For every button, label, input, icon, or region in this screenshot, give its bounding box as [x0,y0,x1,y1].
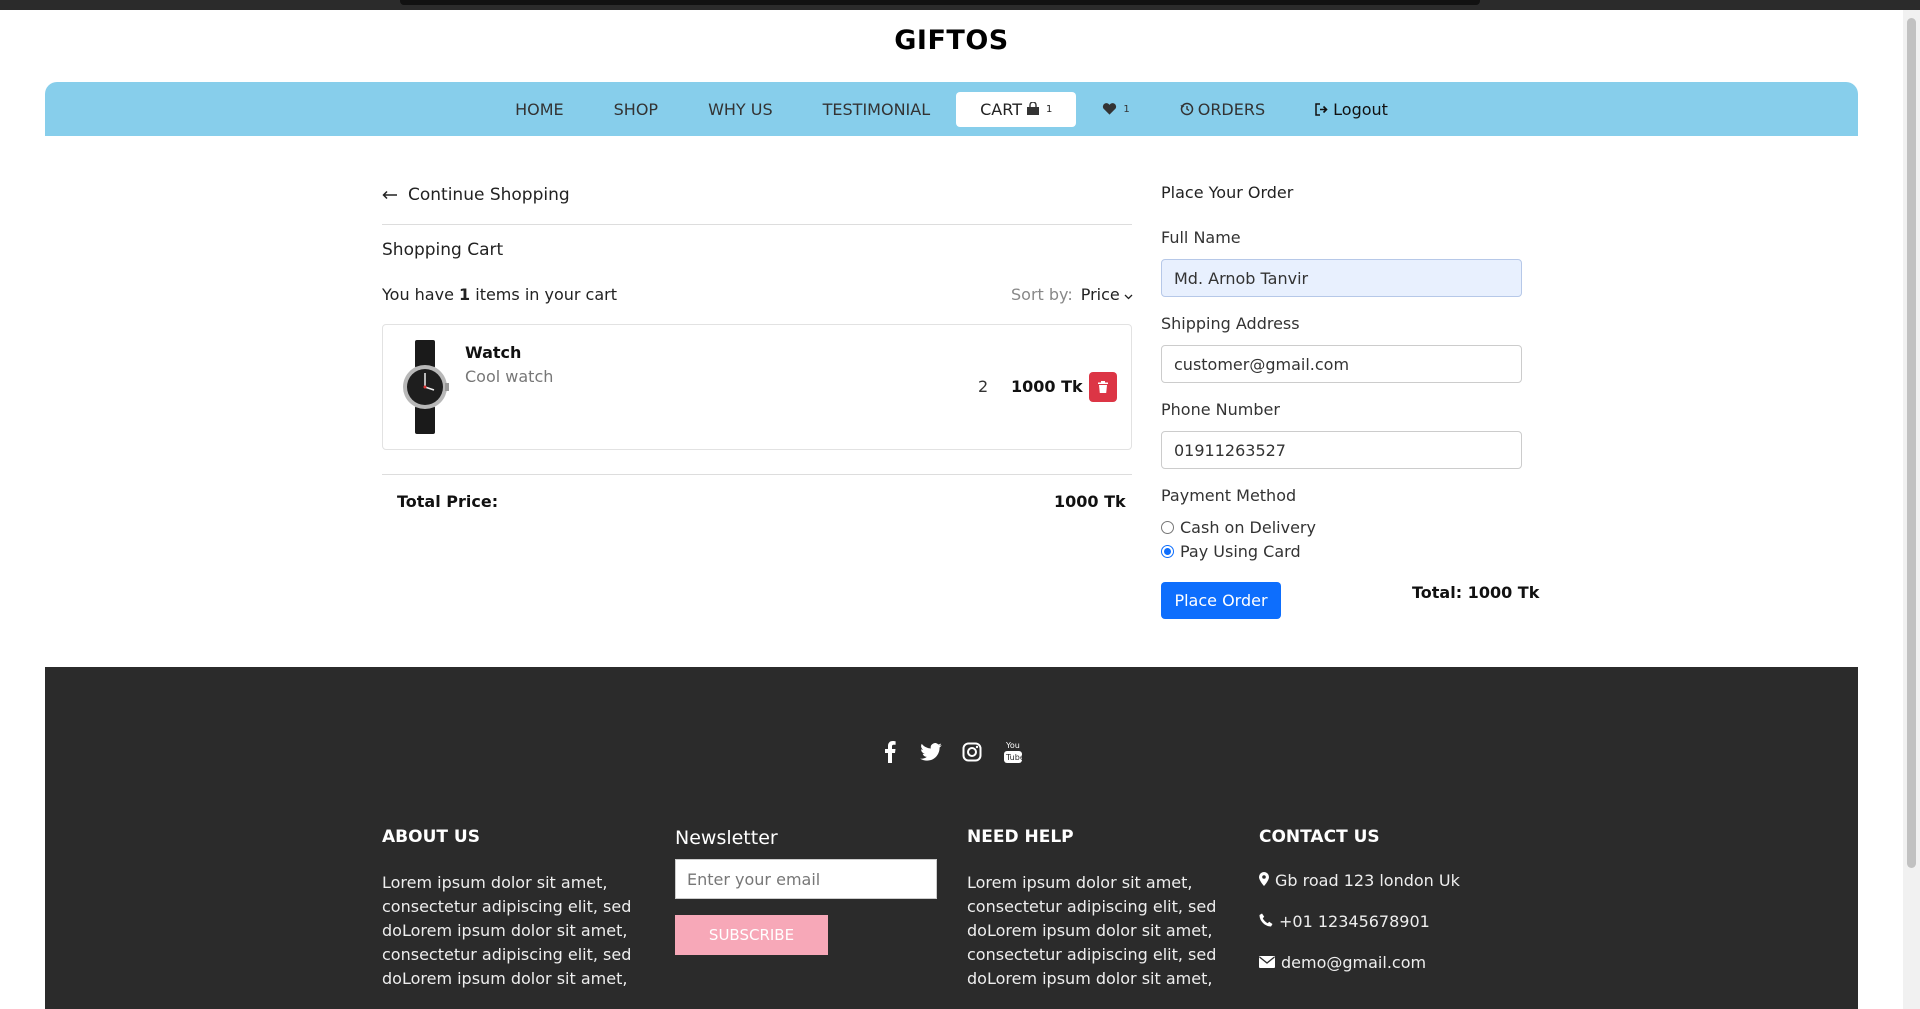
place-order-button[interactable]: Place Order [1161,582,1281,619]
site-footer: You Tube ABOUT US Lorem ipsum dolor sit a… [45,667,1858,1009]
divider [382,474,1132,475]
browser-top-bar [0,0,1920,10]
nav-orders[interactable]: ORDERS [1156,92,1289,127]
map-marker-icon [1259,871,1269,890]
sort-dropdown[interactable]: Price [1081,285,1133,304]
contact-address-text: Gb road 123 london Uk [1275,871,1460,890]
newsletter-title: Newsletter [675,827,778,849]
order-total: Total: 1000 Tk [1412,583,1540,602]
social-links: You Tube [45,739,1858,764]
payment-option-card[interactable]: Pay Using Card [1161,542,1301,561]
item-name: Watch [465,343,522,362]
nav-logout-label: Logout [1333,99,1388,119]
sort-control[interactable]: Sort by: Price [1011,285,1133,304]
footer-newsletter: Newsletter Enter your email SUBSCRIBE [675,827,945,955]
twitter-icon[interactable] [919,739,944,764]
facebook-icon[interactable] [878,739,903,764]
site-logo[interactable]: GIFTOS [0,25,1903,56]
contact-email-text: demo@gmail.com [1281,953,1427,972]
nav-why-us[interactable]: WHY US [684,92,797,127]
nav-home[interactable]: HOME [491,92,588,127]
nav-testimonial[interactable]: TESTIMONIAL [799,92,954,127]
contact-email: demo@gmail.com [1259,953,1529,972]
radio-card[interactable] [1161,545,1174,558]
chevron-down-icon [1124,285,1133,304]
shopping-bag-icon [1026,102,1040,116]
continue-shopping-label: Continue Shopping [408,185,570,205]
help-title: NEED HELP [967,827,1074,847]
full-name-label: Full Name [1161,228,1241,247]
arrow-left-icon [382,185,398,205]
trash-icon [1098,378,1108,397]
item-price: 1000 Tk [1011,377,1083,396]
phone-number-label: Phone Number [1161,400,1280,419]
phone-number-input[interactable] [1161,431,1522,469]
nav-wishlist[interactable]: 1 [1078,94,1153,124]
cart-count-suffix: items in your cart [470,285,617,304]
sort-value: Price [1080,285,1120,304]
nav-home-label: HOME [515,99,564,119]
footer-contact: CONTACT US Gb road 123 london Uk +01 123… [1259,827,1529,972]
total-price-value: 1000 Tk [1054,492,1126,511]
history-icon [1180,102,1194,116]
browser-top-strip [400,0,1480,5]
nav-shop-label: SHOP [613,99,659,119]
envelope-icon [1259,953,1275,972]
nav-cart-label: CART [980,99,1022,119]
nav-logout[interactable]: Logout [1291,92,1412,127]
footer-help: NEED HELP Lorem ipsum dolor sit amet, co… [967,827,1237,991]
nav-why-us-label: WHY US [708,99,773,119]
payment-option-cod[interactable]: Cash on Delivery [1161,518,1316,537]
sort-label: Sort by: [1011,285,1073,304]
cart-title: Shopping Cart [382,240,504,260]
scrollbar-thumb[interactable] [1907,18,1916,868]
shipping-address-input[interactable] [1161,345,1522,383]
svg-text:Tube: Tube [1005,753,1023,762]
item-quantity: 2 [978,377,989,396]
divider [382,224,1132,225]
youtube-icon[interactable]: You Tube [1001,739,1026,764]
order-form-title: Place Your Order [1161,183,1294,202]
item-description: Cool watch [465,367,554,386]
svg-text:You: You [1005,741,1020,750]
payment-option-cod-label: Cash on Delivery [1180,518,1316,537]
full-name-input[interactable] [1161,259,1522,297]
continue-shopping-link[interactable]: Continue Shopping [382,185,570,205]
payment-method-label: Payment Method [1161,486,1297,505]
nav-testimonial-label: TESTIMONIAL [822,99,931,119]
instagram-icon[interactable] [960,739,985,764]
phone-icon [1259,912,1273,931]
contact-phone-text: +01 12345678901 [1279,912,1430,931]
cart-count-prefix: You have [382,285,460,304]
cart-item: Watch Cool watch 2 1000 Tk [382,324,1132,450]
subscribe-button[interactable]: SUBSCRIBE [675,915,828,955]
watch-product-image [401,340,449,434]
main-navbar: HOME SHOP WHY US TESTIMONIAL CART 1 1 OR… [45,82,1858,136]
radio-cod[interactable] [1161,521,1174,534]
wishlist-count-badge: 1 [1123,103,1130,115]
cart-count-badge: 1 [1045,103,1053,115]
cart-count-number: 1 [459,285,471,304]
about-text: Lorem ipsum dolor sit amet, consectetur … [382,873,632,988]
nav-shop[interactable]: SHOP [590,92,682,127]
sign-out-icon [1315,102,1329,116]
shipping-address-label: Shipping Address [1161,314,1300,333]
footer-about: ABOUT US Lorem ipsum dolor sit amet, con… [382,827,652,991]
contact-phone: +01 12345678901 [1259,912,1529,931]
newsletter-email-input[interactable]: Enter your email [675,859,937,899]
nav-cart[interactable]: CART 1 [956,91,1077,127]
payment-option-card-label: Pay Using Card [1180,542,1301,561]
page-scrollbar[interactable] [1903,10,1920,1009]
total-price-label: Total Price: [397,492,499,511]
nav-orders-label: ORDERS [1197,99,1266,119]
help-text: Lorem ipsum dolor sit amet, consectetur … [967,873,1217,988]
contact-title: CONTACT US [1259,827,1380,847]
delete-item-button[interactable] [1089,372,1117,402]
contact-address: Gb road 123 london Uk [1259,871,1529,890]
heart-icon [1102,102,1117,116]
about-title: ABOUT US [382,827,480,847]
cart-item-count: You have 1 items in your cart [382,285,617,304]
